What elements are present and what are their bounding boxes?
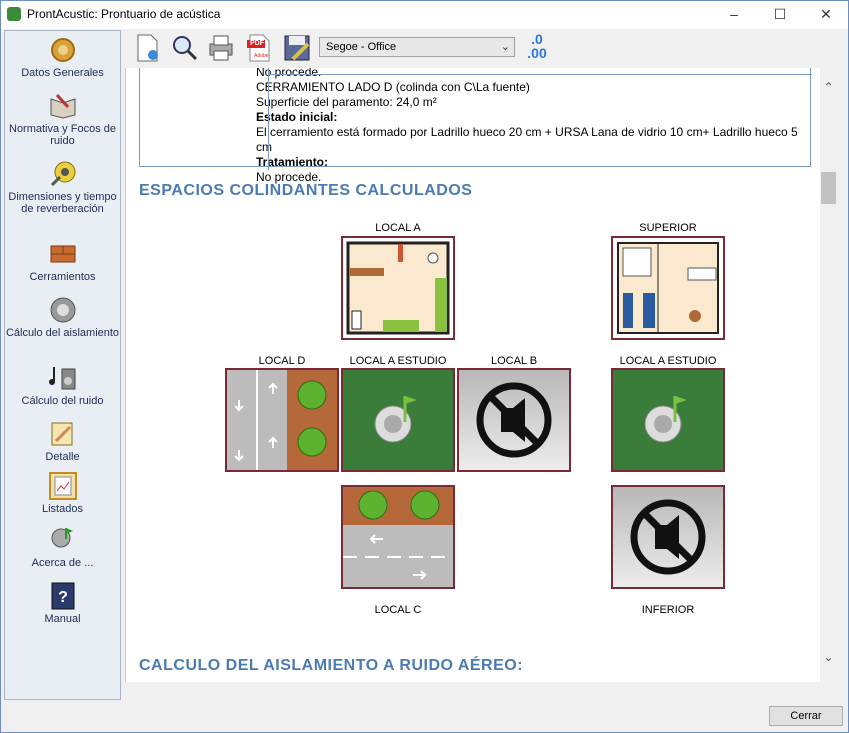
sidebar-item-label: Detalle [45, 451, 80, 463]
tile-inferior [611, 485, 725, 589]
speaker-icon [50, 297, 75, 323]
tile-label-local-d: LOCAL D [258, 355, 306, 367]
tile-label-inferior: INFERIOR [641, 604, 695, 616]
tile-label-superior: SUPERIOR [639, 222, 697, 234]
row-estado-text: El cerramiento está formado por Ladrillo… [256, 125, 798, 154]
close-window-button[interactable]: ✕ [803, 1, 849, 29]
close-button[interactable]: Cerrar [769, 706, 843, 726]
document-icon [137, 34, 158, 62]
sidebar-item-label: Cálculo del aislamiento [5, 327, 120, 339]
mute-icon [630, 499, 706, 575]
app-icon [7, 7, 21, 21]
gear-icon [50, 38, 75, 62]
row-cerramiento-title: CERRAMIENTO LADO D (colinda con C\La fue… [256, 80, 530, 94]
scrollbar-thumb[interactable] [821, 172, 836, 204]
road-with-trees-icon [343, 487, 453, 580]
floppy-icon [284, 35, 310, 61]
road-with-trees-icon [227, 370, 337, 470]
decimals-button[interactable]: .0 .00 [522, 32, 552, 62]
tile-label-local-b: LOCAL B [490, 355, 538, 367]
prontacustic-logo-icon [51, 528, 73, 548]
section-title-aislamiento: CALCULO DEL AISLAMIENTO A RUIDO AÉREO: [139, 657, 524, 674]
mute-icon [476, 382, 552, 458]
help-book-icon: ? [51, 582, 74, 610]
music-speaker-icon [48, 367, 75, 390]
magnifier-icon [173, 36, 198, 61]
window-title: ProntAcustic: Prontuario de acústica [27, 7, 221, 21]
tile-label-local-c: LOCAL C [374, 604, 422, 616]
speaker-note-icon [644, 396, 687, 443]
sidebar-item-acerca[interactable]: Acerca de ... [5, 525, 120, 569]
tile-local-a-estudio-1 [341, 368, 455, 472]
sidebar-item-datos-generales[interactable]: Datos Generales [5, 35, 120, 79]
detail-icon [51, 422, 72, 446]
sidebar-item-ruido[interactable]: Cálculo del ruido [5, 363, 120, 407]
row-superficie: Superficie del paramento: 24,0 m² [256, 95, 437, 109]
font-select[interactable]: Segoe - Office ⌄ [319, 37, 515, 57]
svg-text:?: ? [58, 589, 68, 606]
save-button[interactable] [282, 33, 312, 63]
scroll-down-icon[interactable]: ⌄ [820, 650, 837, 667]
sidebar-item-dimensiones[interactable]: Dimensiones y tiempo de reverberación [5, 159, 120, 215]
title-bar: ProntAcustic: Prontuario de acústica – ☐… [1, 1, 848, 29]
sidebar-item-label: Listados [42, 503, 83, 515]
pdf-export-button[interactable]: PDF Adobe [244, 33, 274, 63]
floor-plan-icon [346, 241, 450, 335]
table-divider-h [269, 74, 812, 75]
print-button[interactable] [206, 33, 236, 63]
font-select-value: Segoe - Office [326, 41, 397, 53]
sidebar-item-normativa[interactable]: Normativa y Focos de ruido [5, 91, 120, 147]
export-document-button[interactable] [132, 33, 162, 63]
brick-icon [50, 245, 75, 263]
tile-local-c [341, 485, 455, 589]
table-divider [268, 68, 269, 170]
sidebar-item-aislamiento[interactable]: Cálculo del aislamiento [5, 295, 120, 339]
sidebar-item-cerramientos[interactable]: Cerramientos [5, 239, 120, 283]
sidebar-item-label: Cálculo del ruido [21, 395, 104, 407]
printer-icon [209, 35, 233, 61]
scroll-up-icon[interactable]: ⌃ [820, 80, 837, 97]
sidebar-item-label: Acerca de ... [31, 557, 94, 569]
tile-local-a [341, 236, 455, 340]
apartment-plan-icon [617, 242, 719, 334]
tile-local-d [225, 368, 339, 472]
tile-label-local-a-estudio-2: LOCAL A ESTUDIO [619, 355, 717, 367]
sidebar-item-label: Datos Generales [21, 67, 104, 79]
maximize-button[interactable]: ☐ [757, 1, 803, 29]
sidebar-item-label: Manual [44, 613, 81, 625]
sidebar-item-label: Normativa y Focos de ruido [9, 123, 116, 147]
report-icon [48, 472, 77, 500]
speaker-note-icon [374, 396, 417, 443]
footer-bar: Cerrar [1, 700, 848, 732]
app-window: ProntAcustic: Prontuario de acústica – ☐… [0, 0, 849, 733]
tile-local-a-estudio-2 [611, 368, 725, 472]
chevron-down-icon: ⌄ [500, 41, 510, 53]
tile-superior [611, 236, 725, 340]
section-title-espacios: ESPACIOS COLINDANTES CALCULADOS [139, 182, 473, 199]
vertical-scrollbar[interactable]: ⌃ ⌄ [820, 68, 837, 682]
decimals-top: .0 [531, 31, 543, 47]
row-estado-label: Estado inicial: [256, 110, 338, 124]
preview-button[interactable] [169, 33, 199, 63]
enclosure-table: No procede. CERRAMIENTO LADO D (colinda … [139, 68, 812, 184]
toolbar: PDF Adobe Segoe - Office ⌄ .0 .00 [124, 30, 848, 66]
pdf-badge: PDF [250, 40, 264, 47]
measure-icon [50, 161, 75, 187]
tile-label-local-a: LOCAL A [375, 222, 421, 234]
tile-local-b [457, 368, 571, 472]
pdf-sub: Adobe [254, 53, 269, 59]
report-view[interactable]: No procede. CERRAMIENTO LADO D (colinda … [125, 68, 820, 682]
sidebar: Datos Generales Normativa y Focos de rui… [4, 30, 121, 700]
decimals-bottom: .00 [527, 45, 547, 61]
book-icon [50, 93, 75, 119]
tile-label-local-a-estudio-1: LOCAL A ESTUDIO [349, 355, 447, 367]
sidebar-item-listados[interactable]: Listados [5, 471, 120, 515]
row-tratamiento-label: Tratamiento: [256, 155, 329, 169]
sidebar-item-detalle[interactable]: Detalle [5, 419, 120, 463]
sidebar-item-label: Cerramientos [29, 271, 96, 283]
sidebar-item-label: Dimensiones y tiempo de reverberación [8, 191, 117, 215]
sidebar-item-manual[interactable]: ? Manual [5, 581, 120, 625]
minimize-button[interactable]: – [711, 1, 757, 29]
